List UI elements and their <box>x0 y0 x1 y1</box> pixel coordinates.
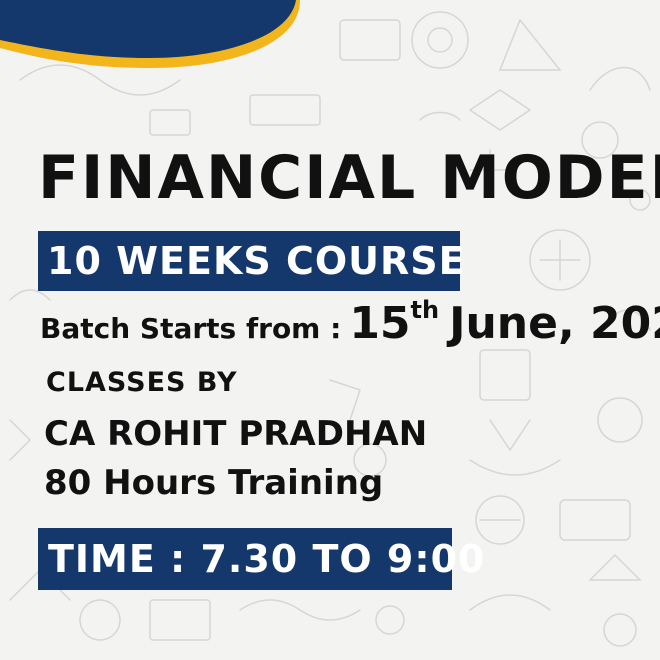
batch-start-month-year: June, 202 <box>449 298 660 349</box>
class-time-badge: TIME : 7.30 TO 9:00 <box>38 528 484 590</box>
class-time-text: TIME : 7.30 TO 9:00 <box>48 537 486 581</box>
course-duration-text: 10 WEEKS COURSE <box>47 239 466 283</box>
classes-by-label: CLASSES BY <box>46 367 238 398</box>
batch-start-label: Batch Starts from : <box>40 312 342 345</box>
batch-start-day-suffix: th <box>410 296 440 324</box>
top-arc-decoration <box>0 0 300 68</box>
instructor-name: CA ROHIT PRADHAN <box>44 414 428 454</box>
course-duration-badge: 10 WEEKS COURSE <box>38 231 465 291</box>
batch-start-line: Batch Starts from : 15 th June, 202 <box>40 296 660 349</box>
training-hours: 80 Hours Training <box>44 463 384 503</box>
course-title: FINANCIAL MODEL <box>38 143 660 213</box>
batch-start-day: 15 <box>349 298 411 349</box>
